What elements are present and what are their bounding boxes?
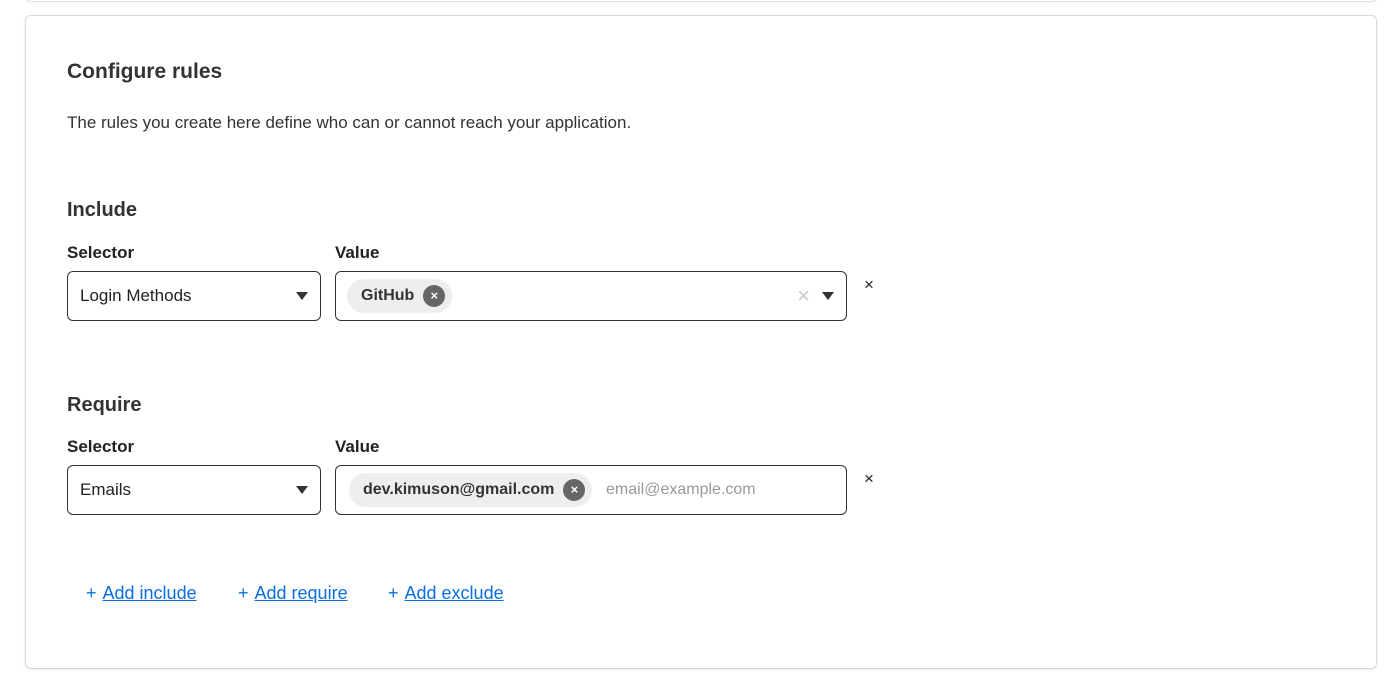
chip-remove-icon[interactable]: × bbox=[423, 285, 446, 307]
add-include-link[interactable]: + Add include bbox=[86, 583, 197, 604]
add-require-label: Add require bbox=[254, 583, 348, 603]
plus-icon: + bbox=[238, 583, 249, 603]
previous-card-edge bbox=[25, 0, 1377, 2]
require-value-label: Value bbox=[335, 437, 380, 456]
page-description: The rules you create here define who can… bbox=[67, 113, 632, 132]
chip-remove-icon[interactable]: × bbox=[563, 479, 586, 501]
value-chip: dev.kimuson@gmail.com × bbox=[349, 473, 593, 507]
chip-label: GitHub bbox=[361, 287, 415, 304]
remove-include-rule-button[interactable]: × bbox=[864, 275, 874, 295]
include-selector-label: Selector bbox=[67, 243, 135, 262]
require-selector-dropdown[interactable]: Emails bbox=[67, 465, 321, 515]
require-heading: Require bbox=[67, 394, 142, 416]
chip-label: dev.kimuson@gmail.com bbox=[363, 481, 555, 498]
include-value-label: Value bbox=[335, 243, 380, 262]
chevron-down-icon bbox=[296, 292, 308, 300]
chevron-down-icon bbox=[296, 486, 308, 494]
require-value-multiselect[interactable]: dev.kimuson@gmail.com × bbox=[335, 465, 847, 515]
plus-icon: + bbox=[388, 583, 399, 603]
email-input[interactable] bbox=[606, 475, 836, 505]
remove-require-rule-button[interactable]: × bbox=[864, 469, 874, 489]
plus-icon: + bbox=[86, 583, 97, 603]
configure-rules-card: Configure rules The rules you create her… bbox=[25, 15, 1377, 669]
chevron-down-icon[interactable] bbox=[822, 292, 834, 300]
page-title: Configure rules bbox=[67, 60, 223, 83]
require-selector-label: Selector bbox=[67, 437, 135, 456]
require-selector-value: Emails bbox=[80, 480, 132, 499]
clear-icon[interactable]: × bbox=[797, 283, 810, 309]
value-chip: GitHub × bbox=[347, 279, 453, 313]
include-value-multiselect[interactable]: GitHub × × bbox=[335, 271, 847, 321]
include-selector-value: Login Methods bbox=[80, 286, 192, 305]
add-include-label: Add include bbox=[102, 583, 197, 603]
include-selector-dropdown[interactable]: Login Methods bbox=[67, 271, 321, 321]
add-require-link[interactable]: + Add require bbox=[238, 583, 348, 604]
include-heading: Include bbox=[67, 199, 138, 221]
add-exclude-link[interactable]: + Add exclude bbox=[388, 583, 504, 604]
add-exclude-label: Add exclude bbox=[404, 583, 504, 603]
